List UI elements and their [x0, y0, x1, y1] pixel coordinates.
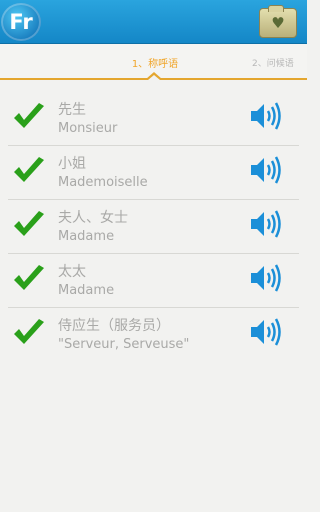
speaker-icon[interactable]	[249, 263, 283, 293]
speaker-icon[interactable]	[249, 155, 283, 185]
phrase-chinese: 夫人、女士	[58, 210, 128, 226]
phrase-row[interactable]: 侍应生（服务员） "Serveur, Serveuse"	[0, 308, 307, 362]
favorites-button[interactable]: ♥	[259, 5, 297, 38]
app-header: Fr ♥	[0, 0, 307, 44]
phrase-french: Madame	[58, 229, 115, 244]
checkmark-icon[interactable]	[12, 318, 46, 348]
speaker-icon[interactable]	[249, 209, 283, 239]
checkmark-icon[interactable]	[12, 156, 46, 186]
checkmark-icon[interactable]	[12, 210, 46, 240]
phrase-list: 先生 Monsieur 小姐 Mademoiselle 夫人、女士 Madame	[0, 92, 307, 362]
phrase-french: Mademoiselle	[58, 175, 148, 190]
phrase-chinese: 先生	[58, 102, 86, 118]
heart-folder-icon: ♥	[271, 14, 285, 32]
phrase-row[interactable]: 夫人、女士 Madame	[0, 200, 307, 254]
phrase-french: Monsieur	[58, 121, 118, 136]
phrase-french: Madame	[58, 283, 115, 298]
phrase-chinese: 太太	[58, 264, 86, 280]
phrase-row[interactable]: 小姐 Mademoiselle	[0, 146, 307, 200]
phrase-row[interactable]: 先生 Monsieur	[0, 92, 307, 146]
speaker-icon[interactable]	[249, 101, 283, 131]
checkmark-icon[interactable]	[12, 102, 46, 132]
speaker-icon[interactable]	[249, 317, 283, 347]
phrase-french: "Serveur, Serveuse"	[58, 337, 190, 352]
tab-greetings-titles[interactable]: 1、称呼语	[120, 55, 190, 70]
tab-greetings-next[interactable]: 2、问候语	[252, 56, 294, 69]
app-logo[interactable]: Fr	[1, 3, 41, 41]
checkmark-icon[interactable]	[12, 264, 46, 294]
phrase-row[interactable]: 太太 Madame	[0, 254, 307, 308]
phrase-chinese: 侍应生（服务员）	[58, 318, 170, 334]
phrase-chinese: 小姐	[58, 156, 86, 172]
